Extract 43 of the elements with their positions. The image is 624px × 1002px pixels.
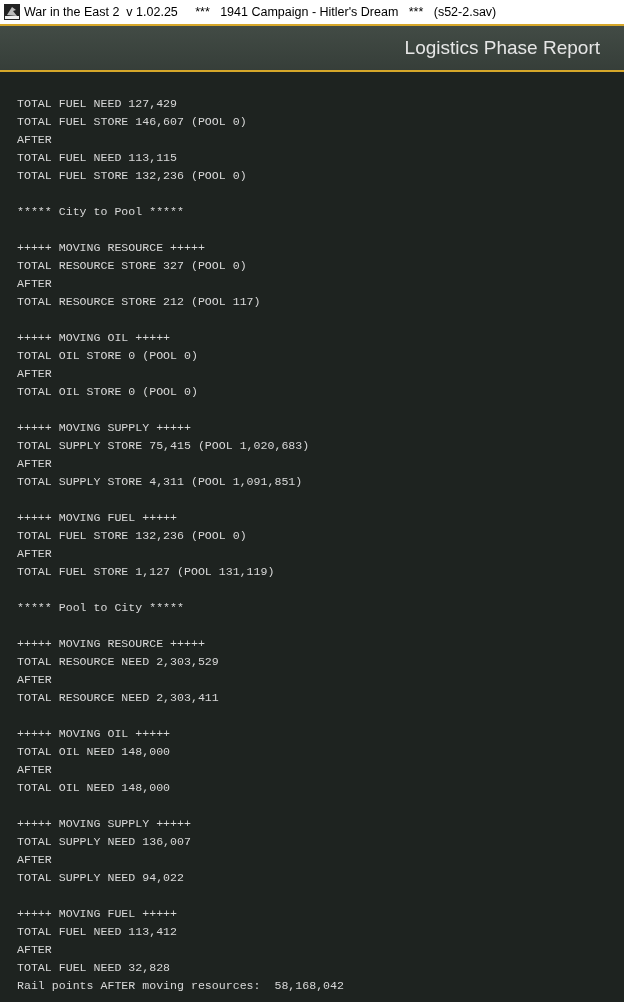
report-line: TOTAL FUEL STORE 146,607 (POOL 0) [17, 114, 248, 130]
report-line: TOTAL SUPPLY NEED 136,007 [17, 834, 192, 850]
report-line: AFTER [17, 672, 53, 688]
report-line: TOTAL OIL NEED 148,000 [17, 780, 172, 796]
report-line: +++++ MOVING OIL +++++ [17, 726, 172, 742]
report-line: TOTAL SUPPLY STORE 4,311 (POOL 1,091,851) [17, 474, 304, 490]
report-line: AFTER [17, 366, 53, 382]
report-line: AFTER [17, 762, 53, 778]
report-line: TOTAL FUEL STORE 132,236 (POOL 0) [17, 528, 248, 544]
report-line: +++++ MOVING OIL +++++ [17, 330, 172, 346]
report-line: TOTAL FUEL NEED 127,429 [17, 96, 179, 112]
report-line: +++++ MOVING RESOURCE +++++ [17, 240, 206, 256]
report-line: TOTAL OIL NEED 148,000 [17, 744, 172, 760]
window-title: War in the East 2 v 1.02.25 *** 1941 Campaign - Hitler's Dream *** (s52-2.sav) [24, 3, 497, 21]
report-line: +++++ MOVING FUEL +++++ [17, 510, 179, 526]
report-title: Logistics Phase Report [404, 35, 600, 60]
report-line: ***** Pool to City ***** [17, 600, 185, 616]
report-line: TOTAL RESOURCE STORE 212 (POOL 117) [17, 294, 262, 310]
report-line: AFTER [17, 132, 53, 148]
report-line: TOTAL RESOURCE NEED 2,303,411 [17, 690, 220, 706]
report-line: ***** City to Pool ***** [17, 204, 185, 220]
report-line: TOTAL FUEL NEED 113,412 [17, 924, 179, 940]
app-icon [4, 4, 20, 20]
report-line: TOTAL OIL STORE 0 (POOL 0) [17, 348, 199, 364]
report-line: TOTAL SUPPLY NEED 94,022 [17, 870, 185, 886]
report-line: TOTAL RESOURCE STORE 327 (POOL 0) [17, 258, 248, 274]
report-line: +++++ MOVING RESOURCE +++++ [17, 636, 206, 652]
report-line: TOTAL SUPPLY STORE 75,415 (POOL 1,020,683) [17, 438, 311, 454]
report-line: +++++ MOVING FUEL +++++ [17, 906, 179, 922]
report-line: +++++ MOVING SUPPLY +++++ [17, 420, 192, 436]
report-line: AFTER [17, 276, 53, 292]
report-line: AFTER [17, 456, 53, 472]
report-line: +++++ MOVING SUPPLY +++++ [17, 816, 192, 832]
report-line: TOTAL RESOURCE NEED 2,303,529 [17, 654, 220, 670]
report-line: TOTAL FUEL NEED 113,115 [17, 150, 179, 166]
report-line: TOTAL FUEL NEED 32,828 [17, 960, 172, 976]
report-line: TOTAL OIL STORE 0 (POOL 0) [17, 384, 199, 400]
report-line: AFTER [17, 546, 53, 562]
report-line: AFTER [17, 942, 53, 958]
report-line: TOTAL FUEL STORE 1,127 (POOL 131,119) [17, 564, 276, 580]
report-line: Rail points AFTER moving resources: 58,168,042 [17, 978, 345, 994]
report-line: AFTER [17, 852, 53, 868]
report-line: TOTAL FUEL STORE 132,236 (POOL 0) [17, 168, 248, 184]
